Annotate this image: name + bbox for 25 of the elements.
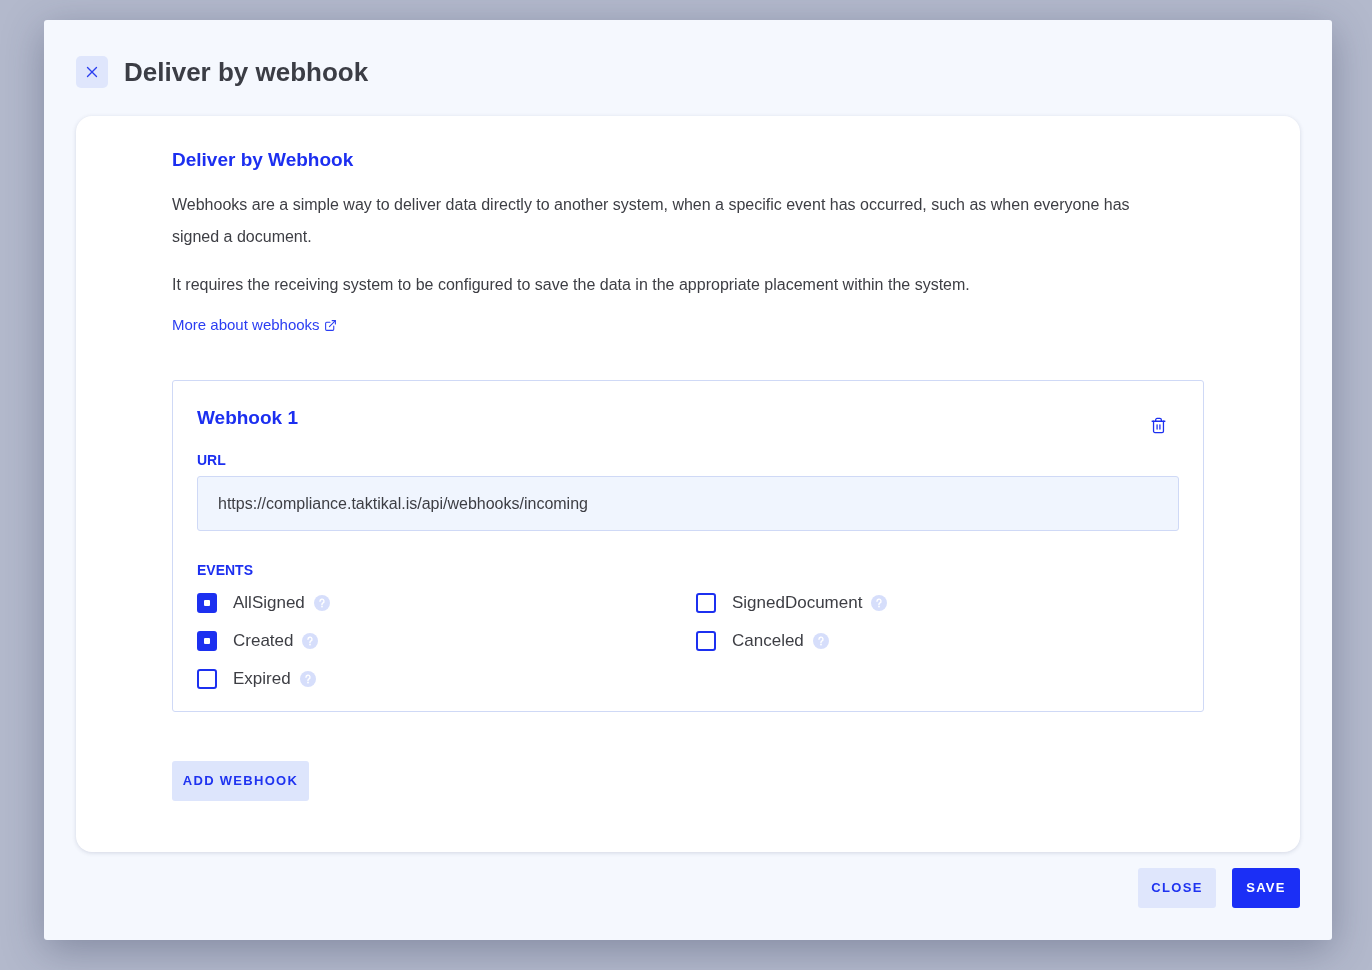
- checkbox[interactable]: [696, 593, 716, 613]
- external-link-icon: [323, 318, 337, 332]
- url-label: URL: [197, 451, 226, 469]
- description-text: Webhooks are a simple way to deliver data directly to another system, when a specific event has occurred, such as when everyone has signed a document.: [172, 195, 1131, 247]
- url-input[interactable]: https://compliance.taktikal.is/api/webhooks/incoming: [197, 476, 1179, 531]
- webhook-title: Webhook 1: [197, 406, 298, 430]
- event-label: SignedDocument: [732, 592, 863, 614]
- checkbox[interactable]: [197, 593, 217, 613]
- event-label: Expired: [233, 668, 291, 690]
- event-label: Created: [233, 630, 294, 652]
- save-button[interactable]: SAVE: [1232, 868, 1300, 908]
- close-text-button[interactable]: CLOSE: [1138, 868, 1216, 908]
- add-webhook-button[interactable]: ADD WEBHOOK: [172, 761, 309, 801]
- delete-button[interactable]: [1150, 417, 1167, 434]
- event-label: AllSigned: [233, 592, 305, 614]
- more-link[interactable]: More about webhooks: [172, 315, 337, 335]
- event-label: Canceled: [732, 630, 804, 652]
- checkbox[interactable]: [197, 669, 217, 689]
- checkbox[interactable]: [197, 631, 217, 651]
- section-heading: Deliver by Webhook: [172, 148, 354, 172]
- checkbox[interactable]: [696, 631, 716, 651]
- description-text: It requires the receiving system to be configured to save the data in the appropriate placement within the system.: [172, 275, 971, 295]
- dialog-title: Deliver by webhook: [124, 56, 369, 88]
- events-label: EVENTS: [197, 561, 253, 579]
- trash-icon: [1150, 417, 1167, 434]
